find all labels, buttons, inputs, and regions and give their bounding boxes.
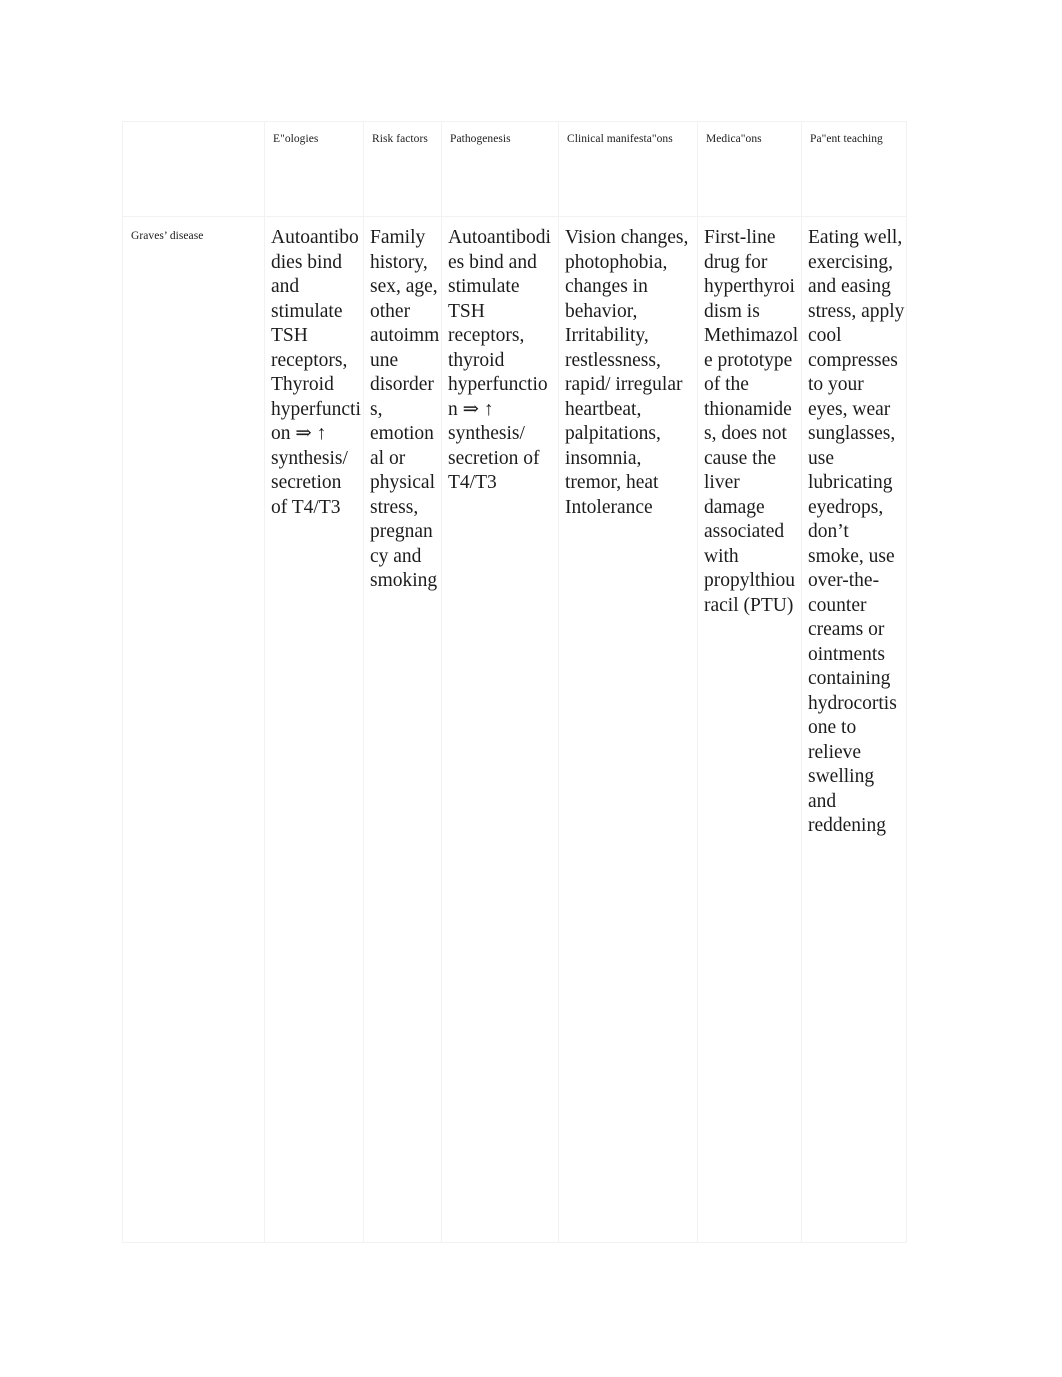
column-header-pathogenesis-label: Pathogenesis xyxy=(450,133,511,145)
column-header-patient-teaching-label: Pa"ent teaching xyxy=(810,133,883,145)
cell-pathogenesis-text: Autoantibodies bind and stimulate TSH re… xyxy=(448,227,551,493)
cell-clinical-manifestations-text: Vision changes, photophobia, changes in … xyxy=(565,227,689,518)
column-header-etiologies: E"ologies xyxy=(264,121,364,217)
cell-risk-factors: Family history, sex, age, other autoimmu… xyxy=(363,216,442,1243)
table-header-row: E"ologies Risk factors Pathogenesis Clin… xyxy=(122,121,907,217)
column-header-medications: Medica"ons xyxy=(697,121,802,217)
graves-disease-table: E"ologies Risk factors Pathogenesis Clin… xyxy=(122,121,907,1243)
cell-clinical-manifestations: Vision changes, photophobia, changes in … xyxy=(558,216,698,1243)
cell-etiologies-text: Autoantibodies bind and stimulate TSH re… xyxy=(271,227,361,518)
column-header-risk-factors: Risk factors xyxy=(363,121,442,217)
column-header-pathogenesis: Pathogenesis xyxy=(441,121,559,217)
column-header-clinical-manifestations: Clinical manifesta"ons xyxy=(558,121,698,217)
table-corner-label xyxy=(123,122,264,132)
column-header-etiologies-label: E"ologies xyxy=(273,133,319,145)
cell-patient-teaching: Eating well, exercising, and easing stre… xyxy=(801,216,907,1243)
table-row: Graves’ disease Autoantibodies bind and … xyxy=(122,216,907,1243)
cell-medications: First-line drug for hyperthyroidism is M… xyxy=(697,216,802,1243)
table-corner-cell xyxy=(122,121,265,217)
row-header-graves-disease-label: Graves’ disease xyxy=(131,230,204,242)
document-page: E"ologies Risk factors Pathogenesis Clin… xyxy=(0,0,1062,1377)
row-header-graves-disease: Graves’ disease xyxy=(122,216,265,1243)
column-header-medications-label: Medica"ons xyxy=(706,133,762,145)
cell-risk-factors-text: Family history, sex, age, other autoimmu… xyxy=(370,227,440,591)
column-header-clinical-manifestations-label: Clinical manifesta"ons xyxy=(567,133,673,145)
cell-pathogenesis: Autoantibodies bind and stimulate TSH re… xyxy=(441,216,559,1243)
cell-etiologies: Autoantibodies bind and stimulate TSH re… xyxy=(264,216,364,1243)
cell-medications-text: First-line drug for hyperthyroidism is M… xyxy=(704,227,799,616)
cell-patient-teaching-text: Eating well, exercising, and easing stre… xyxy=(808,227,905,836)
column-header-patient-teaching: Pa"ent teaching xyxy=(801,121,907,217)
column-header-risk-factors-label: Risk factors xyxy=(372,133,428,145)
